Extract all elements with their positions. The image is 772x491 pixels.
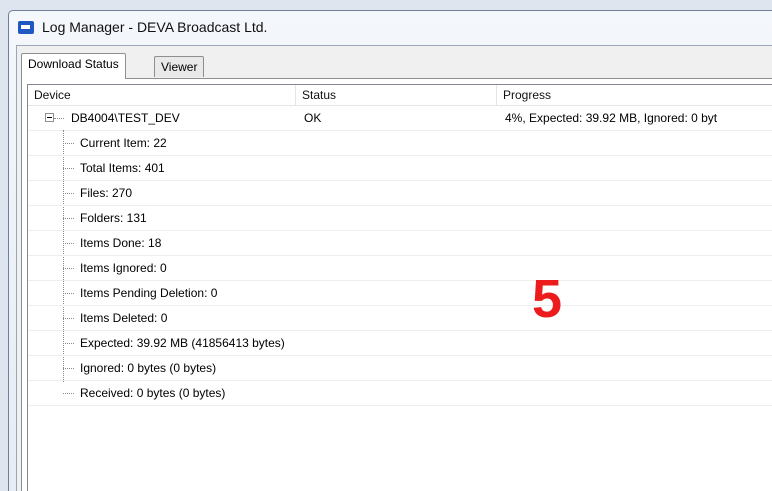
tree-connector [63, 343, 74, 344]
tab-label: Viewer [161, 60, 198, 74]
list-item[interactable]: Ignored: 0 bytes (0 bytes) [28, 356, 772, 381]
detail-ignored: Ignored: 0 bytes (0 bytes) [80, 361, 217, 375]
detail-folders: Folders: 131 [80, 211, 147, 225]
tree-connector [63, 393, 74, 394]
device-progress: 4%, Expected: 39.92 MB, Ignored: 0 byt [505, 111, 718, 125]
list-item[interactable]: Items Ignored: 0 [28, 256, 772, 281]
column-header-progress[interactable]: Progress [497, 85, 772, 105]
tree-connector [54, 118, 64, 119]
device-status: OK [304, 111, 322, 125]
list-item[interactable]: Folders: 131 [28, 206, 772, 231]
download-status-panel: Device Status Progress DB4004\TEST_DEV O… [21, 78, 772, 491]
list-item[interactable]: Total Items: 401 [28, 156, 772, 181]
device-tree-list[interactable]: Device Status Progress DB4004\TEST_DEV O… [27, 84, 772, 491]
app-window-icon [18, 21, 34, 34]
tree-connector [63, 218, 74, 219]
tree-connector [63, 293, 74, 294]
annotation-number: 5 [532, 269, 563, 329]
tree-connector [63, 243, 74, 244]
list-item[interactable]: Items Pending Deletion: 0 [28, 281, 772, 306]
list-item[interactable]: Current Item: 22 [28, 131, 772, 156]
detail-expected: Expected: 39.92 MB (41856413 bytes) [80, 336, 285, 350]
tree-rows: DB4004\TEST_DEV OK 4%, Expected: 39.92 M… [28, 106, 772, 406]
title-bar[interactable]: Log Manager - DEVA Broadcast Ltd. [9, 11, 772, 45]
detail-items-pending-deletion: Items Pending Deletion: 0 [80, 286, 218, 300]
detail-received: Received: 0 bytes (0 bytes) [80, 386, 226, 400]
column-header-row: Device Status Progress [28, 85, 772, 106]
list-item[interactable]: Items Deleted: 0 [28, 306, 772, 331]
column-header-status[interactable]: Status [296, 85, 497, 105]
list-item[interactable]: Expected: 39.92 MB (41856413 bytes) [28, 331, 772, 356]
detail-total-items: Total Items: 401 [80, 161, 165, 175]
window-title: Log Manager - DEVA Broadcast Ltd. [42, 19, 268, 35]
detail-current-item: Current Item: 22 [80, 136, 167, 150]
tree-connector [63, 168, 74, 169]
list-item[interactable]: Received: 0 bytes (0 bytes) [28, 381, 772, 406]
tree-collapse-icon[interactable] [45, 113, 54, 122]
device-row[interactable]: DB4004\TEST_DEV OK 4%, Expected: 39.92 M… [28, 106, 772, 382]
device-name: DB4004\TEST_DEV [71, 111, 180, 125]
app-window: Log Manager - DEVA Broadcast Ltd. Downlo… [8, 10, 772, 491]
column-header-device[interactable]: Device [28, 85, 296, 105]
tab-download-status[interactable]: Download Status [21, 53, 126, 79]
tree-connector [63, 193, 74, 194]
detail-items-deleted: Items Deleted: 0 [80, 311, 168, 325]
detail-items-done: Items Done: 18 [80, 236, 162, 250]
list-item[interactable]: Items Done: 18 [28, 231, 772, 256]
detail-items-ignored: Items Ignored: 0 [80, 261, 167, 275]
detail-files: Files: 270 [80, 186, 133, 200]
client-area: Download Status Viewer Device Status Pro… [16, 45, 772, 491]
tab-label: Download Status [28, 57, 119, 71]
tree-connector [63, 268, 74, 269]
list-item[interactable]: Files: 270 [28, 181, 772, 206]
tree-connector [63, 143, 74, 144]
tree-connector [63, 368, 74, 369]
tree-connector [63, 318, 74, 319]
tab-viewer[interactable]: Viewer [154, 56, 205, 77]
